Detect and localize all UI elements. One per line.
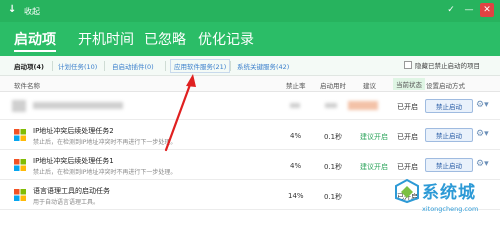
- watermark-url: xitongcheng.com: [422, 205, 479, 213]
- system-city-logo-icon: [395, 178, 419, 204]
- watermark-name: 系统城: [422, 183, 476, 203]
- watermark: 系统城 xitongcheng.com: [392, 178, 500, 221]
